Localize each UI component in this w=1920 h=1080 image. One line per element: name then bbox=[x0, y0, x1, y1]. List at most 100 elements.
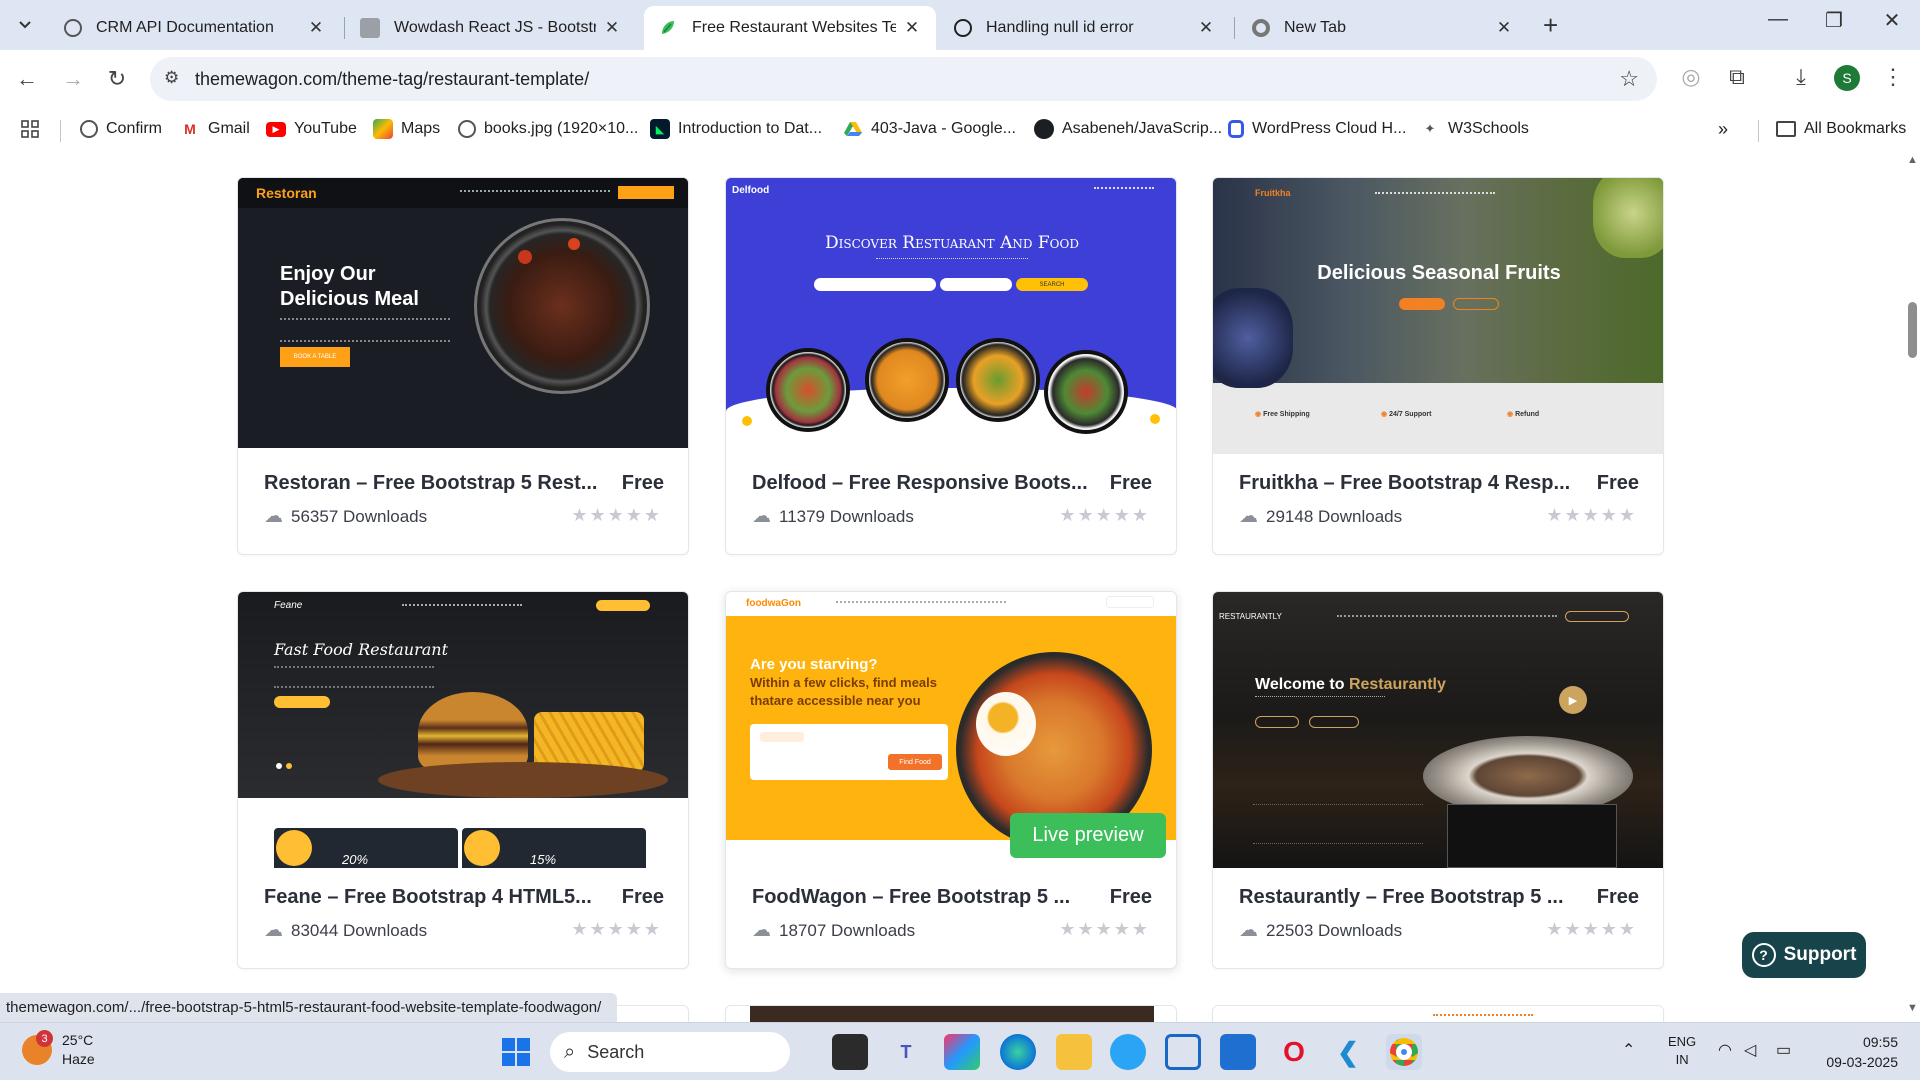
bookmark-maps[interactable]: Maps bbox=[373, 116, 440, 142]
bookmark-books-jpg[interactable]: books.jpg (1920×10... bbox=[458, 116, 638, 142]
start-button[interactable] bbox=[498, 1034, 534, 1070]
close-icon[interactable]: ✕ bbox=[306, 18, 326, 38]
restore-button[interactable]: ❐ bbox=[1814, 8, 1854, 33]
template-card-partial[interactable] bbox=[725, 1005, 1177, 1022]
minimize-button[interactable]: — bbox=[1758, 8, 1798, 31]
reload-button[interactable]: ↻ bbox=[100, 62, 134, 96]
template-card-partial[interactable] bbox=[1212, 1005, 1664, 1022]
template-preview-image[interactable]: RESTAURANTLY Welcome to Restaurantly ▶ bbox=[1213, 592, 1663, 868]
rating-stars: ★★★★★ bbox=[1546, 505, 1637, 525]
bookmark-gmail[interactable]: M Gmail bbox=[180, 116, 250, 142]
task-view-icon[interactable] bbox=[832, 1034, 868, 1070]
bookmark-label: W3Schools bbox=[1448, 120, 1529, 137]
template-name[interactable]: Restaurantly – Free Bootstrap 5 ... bbox=[1239, 886, 1564, 909]
site-settings-icon[interactable]: ⚙ bbox=[164, 68, 179, 88]
bookmark-datacamp[interactable]: ◣ Introduction to Dat... bbox=[650, 116, 822, 142]
template-name[interactable]: Delfood – Free Responsive Boots... bbox=[752, 472, 1088, 495]
template-card-foodwagon[interactable]: foodwaGon Are you starving? Within a few… bbox=[725, 591, 1177, 969]
opera-icon[interactable]: O bbox=[1276, 1034, 1312, 1070]
new-tab-button[interactable]: + bbox=[1543, 10, 1558, 41]
close-icon[interactable]: ✕ bbox=[1196, 18, 1216, 38]
bookmark-confirm[interactable]: Confirm bbox=[80, 116, 162, 142]
egg-image bbox=[976, 692, 1036, 756]
vscode-icon[interactable]: ❮ bbox=[1330, 1034, 1366, 1070]
address-bar[interactable]: ⚙ themewagon.com/theme-tag/restaurant-te… bbox=[150, 57, 1657, 101]
food-bowl-image bbox=[956, 338, 1040, 422]
live-preview-button[interactable]: Live preview bbox=[1010, 813, 1166, 858]
tab-new-tab[interactable]: New Tab ✕ bbox=[1238, 6, 1528, 50]
copilot-icon[interactable] bbox=[944, 1034, 980, 1070]
battery-icon[interactable]: ▭ bbox=[1776, 1040, 1791, 1060]
tab-wowdash[interactable]: Wowdash React JS - Bootstrap 5 ✕ bbox=[346, 6, 636, 50]
url-text[interactable]: themewagon.com/theme-tag/restaurant-temp… bbox=[195, 69, 589, 90]
profile-avatar[interactable]: S bbox=[1834, 65, 1860, 91]
template-card-feane[interactable]: Feane Fast Food Restaurant 20% 15% Feane… bbox=[237, 591, 689, 969]
download-count: ☁ 18707 Downloads bbox=[752, 919, 915, 942]
cloud-download-icon: ☁ bbox=[264, 506, 283, 527]
page-scrollbar[interactable]: ▲ ▼ bbox=[1905, 150, 1920, 1022]
bookmark-github[interactable]: Asabeneh/JavaScrip... bbox=[1034, 116, 1222, 142]
system-clock[interactable]: 09:55 09-03-2025 bbox=[1818, 1032, 1898, 1072]
tab-search-button[interactable] bbox=[10, 11, 40, 39]
download-icon[interactable]: ⤓ bbox=[1786, 64, 1816, 90]
template-preview-image[interactable]: Restoran Enjoy Our Delicious Meal BOOK A… bbox=[238, 178, 688, 448]
preview-headline: Are you starving? Within a few clicks, f… bbox=[750, 656, 937, 710]
apps-grid-icon bbox=[20, 119, 40, 139]
close-icon[interactable]: ✕ bbox=[1494, 18, 1514, 38]
extensions-puzzle-icon[interactable]: ⧉ bbox=[1722, 64, 1752, 90]
tab-null-id-error[interactable]: Handling null id error ✕ bbox=[940, 6, 1230, 50]
weather-widget[interactable]: 3 25°C Haze bbox=[22, 1030, 95, 1069]
cloud-download-icon: ☁ bbox=[752, 506, 771, 527]
template-preview-image[interactable]: Fruitkha Delicious Seasonal Fruits ◉ Fre… bbox=[1213, 178, 1663, 454]
tab-crm-api[interactable]: CRM API Documentation ✕ bbox=[50, 6, 340, 50]
menu-kebab-icon[interactable]: ⋮ bbox=[1878, 64, 1908, 90]
input-language[interactable]: ENG IN bbox=[1668, 1033, 1696, 1069]
bookmark-youtube[interactable]: ▶ YouTube bbox=[266, 116, 357, 142]
messenger-icon[interactable] bbox=[1110, 1034, 1146, 1070]
close-icon[interactable]: ✕ bbox=[902, 18, 922, 38]
template-name[interactable]: Restoran – Free Bootstrap 5 Rest... bbox=[264, 472, 597, 495]
back-button[interactable]: ← bbox=[10, 62, 44, 96]
template-name[interactable]: FoodWagon – Free Bootstrap 5 ... bbox=[752, 886, 1070, 909]
close-window-button[interactable]: ✕ bbox=[1872, 8, 1912, 33]
wifi-icon[interactable]: ◠ bbox=[1718, 1040, 1732, 1060]
template-preview-image[interactable]: Feane Fast Food Restaurant 20% 15% bbox=[238, 592, 688, 868]
template-name[interactable]: Feane – Free Bootstrap 4 HTML5... bbox=[264, 886, 592, 909]
bookmark-wordpress-cloud[interactable]: WordPress Cloud H... bbox=[1228, 116, 1406, 142]
more-bookmarks-button[interactable]: » bbox=[1718, 116, 1728, 142]
scrollbar-thumb[interactable] bbox=[1908, 302, 1917, 358]
all-bookmarks-button[interactable]: All Bookmarks bbox=[1776, 116, 1906, 142]
bookmark-w3schools[interactable]: ✦ W3Schools bbox=[1420, 116, 1529, 142]
bookmark-google-drive[interactable]: 403-Java - Google... bbox=[843, 116, 1016, 142]
chrome-taskbar-icon[interactable] bbox=[1386, 1034, 1422, 1070]
page-thumb-icon bbox=[360, 18, 380, 38]
tab-restaurant-templates[interactable]: Free Restaurant Websites Templates ✕ bbox=[644, 6, 936, 50]
file-explorer-icon[interactable] bbox=[1056, 1034, 1092, 1070]
scroll-up-arrow-icon[interactable]: ▲ bbox=[1907, 154, 1918, 166]
extension-circle-icon[interactable]: ◎ bbox=[1676, 64, 1706, 90]
template-card-restaurantly[interactable]: RESTAURANTLY Welcome to Restaurantly ▶ R… bbox=[1212, 591, 1664, 969]
template-preview-image[interactable]: Delfood Discover Restuarant And Food SEA… bbox=[726, 178, 1176, 454]
preview-headline-line: Within a few clicks, find meals bbox=[750, 675, 937, 690]
taskbar-search[interactable]: ⌕ Search bbox=[550, 1032, 790, 1072]
close-icon[interactable]: ✕ bbox=[602, 18, 622, 38]
preview-headline: Delicious Seasonal Fruits bbox=[1317, 262, 1561, 284]
forward-button[interactable]: → bbox=[56, 62, 90, 96]
show-hidden-icons-button[interactable]: ⌃ bbox=[1622, 1040, 1635, 1060]
volume-icon[interactable]: ◁ bbox=[1744, 1040, 1756, 1060]
support-button[interactable]: ? Support bbox=[1742, 932, 1866, 978]
edge-icon[interactable] bbox=[1000, 1034, 1036, 1070]
template-card-fruitkha[interactable]: Fruitkha Delicious Seasonal Fruits ◉ Fre… bbox=[1212, 177, 1664, 555]
scroll-down-arrow-icon[interactable]: ▼ bbox=[1907, 1002, 1918, 1014]
shield-app-icon[interactable] bbox=[1165, 1034, 1201, 1070]
template-card-restoran[interactable]: Restoran Enjoy Our Delicious Meal BOOK A… bbox=[237, 177, 689, 555]
bookmark-star-icon[interactable]: ☆ bbox=[1619, 66, 1639, 92]
teams-icon[interactable]: T bbox=[888, 1034, 924, 1070]
template-name[interactable]: Fruitkha – Free Bootstrap 4 Resp... bbox=[1239, 472, 1570, 495]
template-card-delfood[interactable]: Delfood Discover Restuarant And Food SEA… bbox=[725, 177, 1177, 555]
apps-grid-button[interactable] bbox=[20, 116, 48, 142]
preview-feature-label: Free Shipping bbox=[1263, 411, 1310, 418]
preview-logo: Delfood bbox=[732, 185, 770, 196]
bookmark-label: YouTube bbox=[294, 120, 357, 137]
microsoft-store-icon[interactable] bbox=[1220, 1034, 1256, 1070]
